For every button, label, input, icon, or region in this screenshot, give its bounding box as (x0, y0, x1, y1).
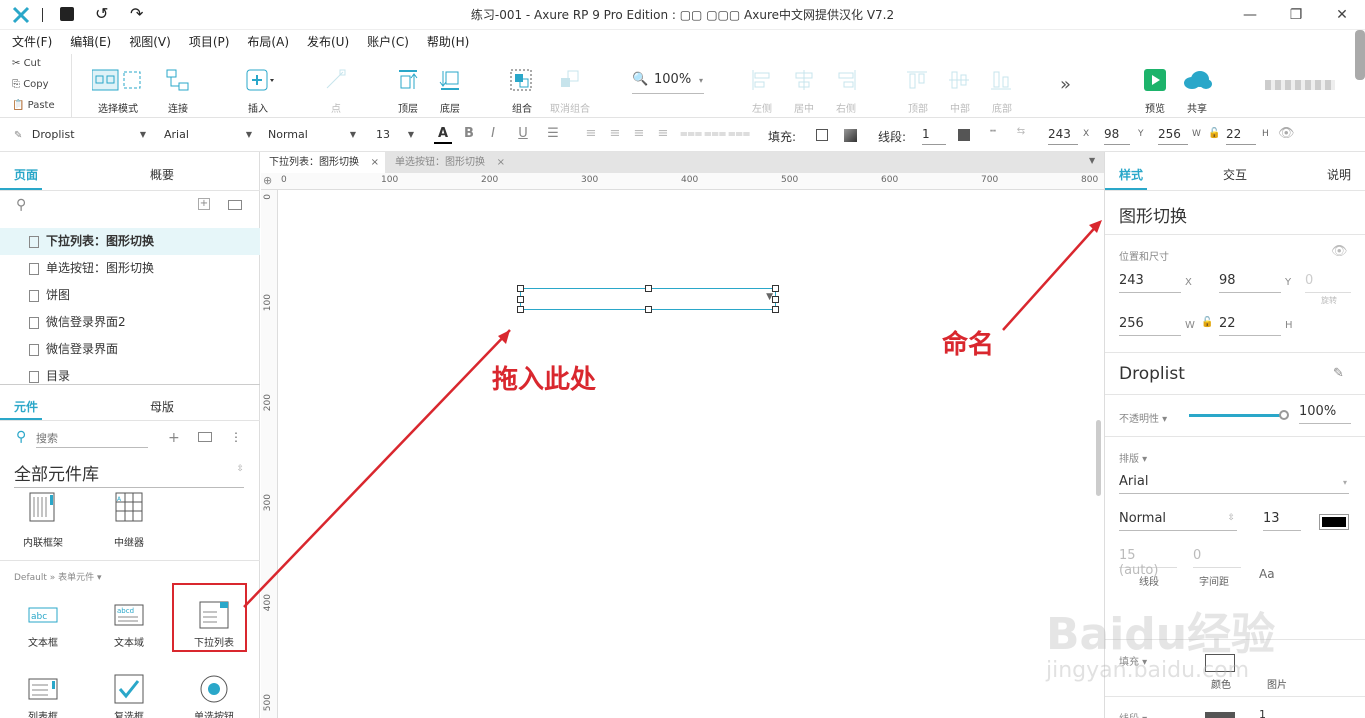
name-arrow (1002, 221, 1101, 331)
drag-arrow (243, 329, 511, 608)
drag-here-annotation: 拖入此处 (492, 365, 597, 395)
axure-window: ↺ ↷ 练习-001 - Axure RP 9 Pro Edition : ▢▢… (0, 0, 1365, 718)
watermark-logo: Baidu经验 (1046, 609, 1276, 660)
watermark-url: jingyan.baidu.com (1046, 658, 1250, 683)
right-scrollbar[interactable] (1355, 30, 1365, 80)
name-it-annotation: 命名 (942, 330, 995, 360)
